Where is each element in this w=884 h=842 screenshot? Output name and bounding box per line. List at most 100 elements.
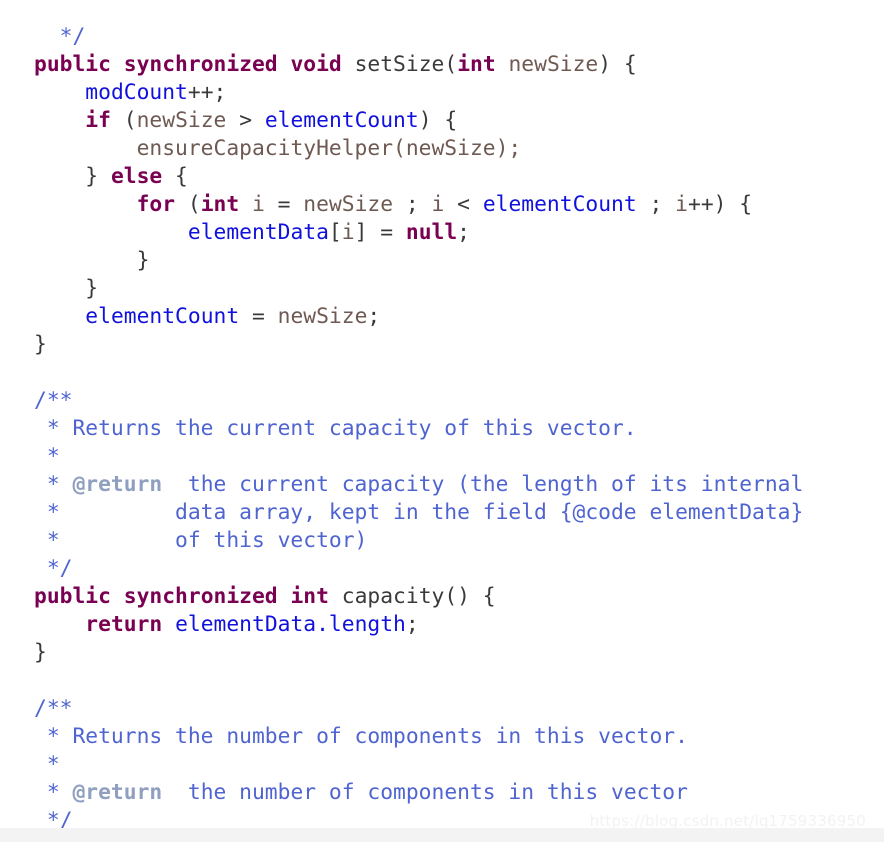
code-token-var: i bbox=[431, 192, 445, 218]
code-token-var: ensureCapacityHelper bbox=[136, 136, 394, 162]
code-token-plain: ; bbox=[367, 304, 381, 330]
code-token-plain: ( bbox=[444, 52, 458, 78]
code-token-var: i bbox=[675, 192, 688, 218]
code-token-var: i bbox=[341, 220, 355, 246]
code-token-tag: @return bbox=[72, 472, 163, 498]
code-line: for (int i = newSize ; i < elementCount … bbox=[34, 191, 884, 219]
code-token-field: modCount bbox=[85, 80, 188, 106]
code-token-plain: ; bbox=[457, 220, 470, 246]
code-token-doc: /** bbox=[34, 696, 73, 722]
code-token-field: elementCount bbox=[85, 304, 240, 330]
code-token-var: newSize bbox=[405, 136, 496, 162]
code-token-kw: synchronized bbox=[123, 52, 278, 78]
source-code-block[interactable]: */public synchronized void setSize(int n… bbox=[0, 21, 884, 842]
code-token-doc: * Returns the number of components in th… bbox=[34, 724, 688, 750]
watermark-strip bbox=[0, 828, 884, 842]
code-token-doc: * data array, kept in the field {@code e… bbox=[34, 500, 804, 526]
code-token-var: newSize bbox=[136, 108, 227, 134]
code-token-plain: = bbox=[239, 304, 278, 330]
code-token-field: elementCount bbox=[264, 108, 419, 134]
code-token-var: newSize bbox=[508, 52, 599, 78]
code-line: * @return the number of components in th… bbox=[34, 779, 884, 807]
code-token-kw: return bbox=[85, 612, 163, 638]
code-token-doc: * Returns the current capacity of this v… bbox=[34, 416, 637, 442]
code-viewer[interactable]: */public synchronized void setSize(int n… bbox=[0, 0, 884, 842]
code-token-doc: /** bbox=[34, 388, 73, 414]
code-line: } bbox=[34, 331, 884, 359]
code-token-kw: int bbox=[200, 192, 240, 218]
code-line: elementData[i] = null; bbox=[34, 219, 884, 247]
code-token-var: newSize bbox=[277, 304, 368, 330]
code-line: */ bbox=[34, 555, 884, 583]
code-token-plain: () { bbox=[444, 584, 496, 610]
code-token-plain: capacity bbox=[341, 584, 445, 610]
code-line: return elementData.length; bbox=[34, 611, 884, 639]
code-line: */ bbox=[34, 23, 884, 51]
code-token-doc: * bbox=[34, 780, 73, 806]
code-token-plain: ; bbox=[636, 192, 676, 218]
code-line: modCount++; bbox=[34, 79, 884, 107]
code-token-doc: * bbox=[34, 752, 60, 778]
code-token-plain: } bbox=[34, 248, 150, 274]
code-line: * bbox=[34, 443, 884, 471]
code-token-plain: ( bbox=[110, 108, 137, 134]
code-token-kw: else bbox=[110, 164, 163, 190]
code-line: /** bbox=[34, 695, 884, 723]
code-token-var: ( bbox=[393, 136, 406, 162]
code-line: } else { bbox=[34, 163, 884, 191]
code-token-plain: setSize bbox=[354, 52, 445, 78]
code-token-kw: public bbox=[34, 52, 111, 78]
code-token-doc: */ bbox=[34, 556, 73, 582]
code-line: public synchronized int capacity() { bbox=[34, 583, 884, 611]
code-line: ensureCapacityHelper(newSize); bbox=[34, 135, 884, 163]
code-token-plain: ( bbox=[175, 192, 201, 218]
code-token-doc: */ bbox=[59, 24, 86, 50]
code-line: * data array, kept in the field {@code e… bbox=[34, 499, 884, 527]
code-token-kw: public bbox=[34, 584, 111, 610]
code-token-plain: < bbox=[444, 192, 483, 218]
code-token-doc: * bbox=[34, 444, 60, 470]
code-token-plain: } bbox=[34, 640, 47, 666]
code-token-kw: for bbox=[136, 192, 176, 218]
code-line: * Returns the current capacity of this v… bbox=[34, 415, 884, 443]
code-line: } bbox=[34, 639, 884, 667]
code-token-field: elementData bbox=[187, 220, 329, 246]
code-token-doc: * of this vector) bbox=[34, 528, 368, 554]
code-line: public synchronized void setSize(int new… bbox=[34, 51, 884, 79]
code-line: } bbox=[34, 275, 884, 303]
code-token-plain: } bbox=[34, 276, 99, 302]
code-token-plain: } bbox=[34, 332, 47, 358]
code-token-var: ); bbox=[495, 136, 522, 162]
code-token-plain: ) { bbox=[598, 52, 637, 78]
code-token-plain: } bbox=[34, 164, 111, 190]
code-line: * of this vector) bbox=[34, 527, 884, 555]
code-line: * bbox=[34, 751, 884, 779]
code-token-field: elementData.length bbox=[175, 612, 406, 638]
code-line: } bbox=[34, 247, 884, 275]
code-token-plain: ) { bbox=[418, 108, 458, 134]
code-token-plain: { bbox=[162, 164, 188, 190]
code-token-doc: the current capacity (the length of its … bbox=[162, 472, 804, 498]
code-line: /** bbox=[34, 387, 884, 415]
code-token-doc: * bbox=[34, 472, 73, 498]
code-token-plain: > bbox=[226, 108, 265, 134]
code-token-var: newSize bbox=[303, 192, 394, 218]
code-token-kw: void bbox=[290, 52, 342, 78]
code-token-plain: = bbox=[264, 192, 304, 218]
code-token-kw: synchronized bbox=[123, 584, 278, 610]
code-token-field: elementCount bbox=[482, 192, 637, 218]
